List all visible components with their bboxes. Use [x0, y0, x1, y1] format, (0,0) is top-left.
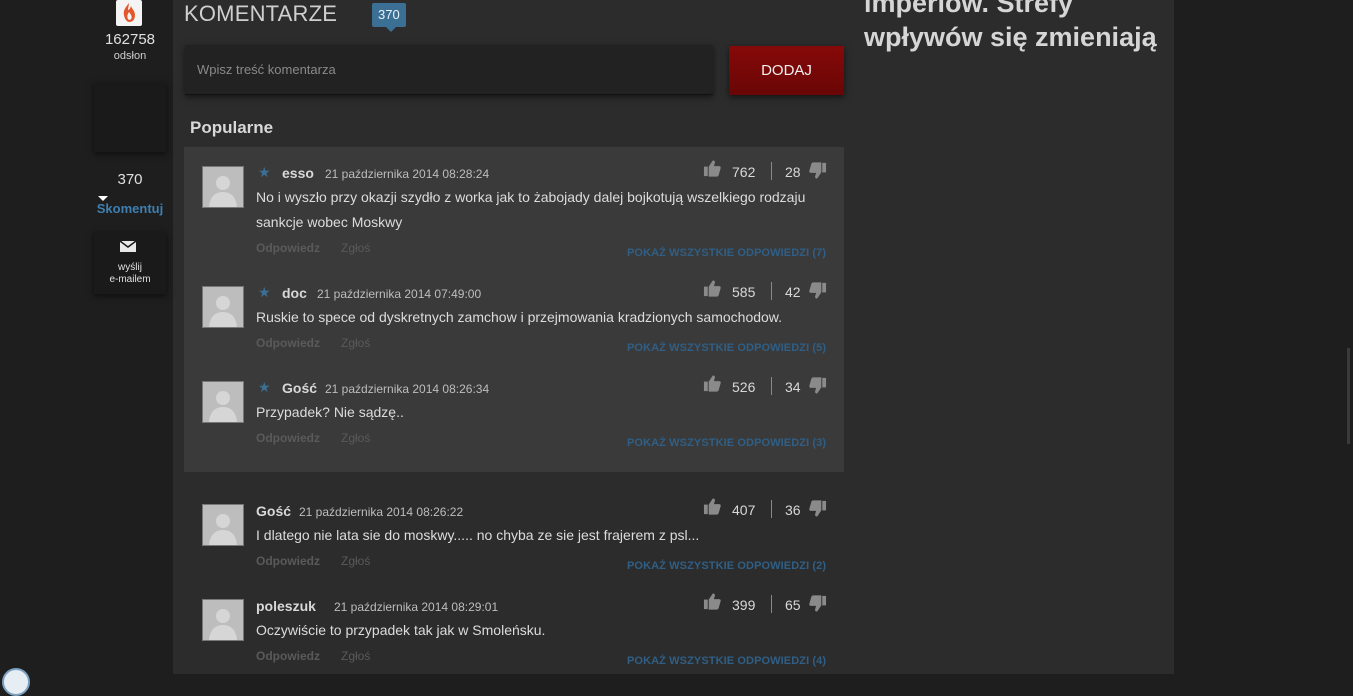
- views-box: 162758 odsłon: [94, 0, 166, 70]
- thumb-down-icon[interactable]: [808, 281, 827, 300]
- comment-author[interactable]: Gość: [282, 380, 317, 396]
- thumb-down-icon[interactable]: [808, 499, 827, 518]
- show-all-replies-link[interactable]: POKAŻ WSZYSTKIE ODPOWIEDZI (7): [627, 247, 826, 259]
- likes-count: 526: [732, 379, 756, 395]
- likes-count: 399: [732, 597, 756, 613]
- thumb-down-icon[interactable]: [808, 594, 827, 613]
- social-share-box[interactable]: [94, 82, 166, 152]
- reply-link[interactable]: Odpowiedz: [256, 649, 320, 663]
- thumb-down-icon[interactable]: [808, 161, 827, 180]
- comments-title: KOMENTARZE: [184, 1, 338, 26]
- thumb-up-icon[interactable]: [703, 374, 722, 393]
- related-article-title[interactable]: imperiów. Strefy wpływów się zmieniają: [864, 0, 1164, 54]
- reply-link[interactable]: Odpowiedz: [256, 241, 320, 255]
- views-count: 162758: [104, 31, 156, 48]
- dislikes-count: 42: [785, 284, 801, 300]
- comment-input[interactable]: [185, 45, 713, 95]
- comment-text: No i wyszło przy okazji szydło z worka j…: [256, 189, 806, 230]
- likes-count: 585: [732, 284, 756, 300]
- comment-item: Gość 21 października 2014 08:26:22 407 36 I …: [0, 498, 1353, 594]
- thumb-up-icon[interactable]: [703, 592, 722, 611]
- vote-separator: [771, 162, 772, 180]
- email-label: wyślij e-mailem: [94, 262, 166, 286]
- report-link[interactable]: Zgłoś: [341, 649, 370, 663]
- star-icon: ★: [258, 284, 271, 300]
- comment-text: Oczywiście to przypadek tak jak w Smoleń…: [256, 622, 546, 638]
- thumb-down-icon[interactable]: [808, 376, 827, 395]
- avatar: [202, 381, 244, 423]
- star-icon: ★: [258, 164, 271, 180]
- reply-link[interactable]: Odpowiedz: [256, 336, 320, 350]
- vote-separator: [771, 377, 772, 395]
- reply-link[interactable]: Odpowiedz: [256, 554, 320, 568]
- fire-icon: [116, 0, 142, 26]
- comment-date: 21 października 2014 08:28:24: [325, 167, 490, 181]
- comment-text: Ruskie to spece od dyskretnych zamchow i…: [256, 309, 783, 325]
- comment-text: I dlatego nie lata sie do moskwy..... no…: [256, 527, 700, 543]
- show-all-replies-link[interactable]: POKAŻ WSZYSTKIE ODPOWIEDZI (5): [627, 342, 826, 354]
- comment-item: ★ Gość 21 października 2014 08:26:34 526 34 P…: [0, 375, 1353, 471]
- comment-item: ★ esso 21 października 2014 08:28:24 762 28 N…: [0, 160, 1353, 259]
- comment-author[interactable]: Gość: [256, 503, 291, 519]
- dislikes-count: 36: [785, 502, 801, 518]
- report-link[interactable]: Zgłoś: [341, 241, 370, 255]
- dislikes-count: 65: [785, 597, 801, 613]
- views-label: odsłon: [113, 50, 147, 62]
- thumb-up-icon[interactable]: [703, 159, 722, 178]
- dislikes-count: 28: [785, 164, 801, 180]
- popular-heading: Popularne: [190, 118, 274, 137]
- vote-separator: [771, 282, 772, 300]
- reply-link[interactable]: Odpowiedz: [256, 431, 320, 445]
- comment-author[interactable]: poleszuk: [256, 598, 316, 614]
- vote-separator: [771, 595, 772, 613]
- comment-item: poleszuk 21 października 2014 08:29:01 399…: [0, 593, 1353, 689]
- likes-count: 762: [732, 164, 756, 180]
- vote-separator: [771, 500, 772, 518]
- comment-item: ★ doc 21 października 2014 07:49:00 585 42 Ru…: [0, 280, 1353, 376]
- comment-date: 21 października 2014 08:29:01: [334, 600, 499, 614]
- email-label-line2: e-mailem: [109, 274, 151, 285]
- comment-author[interactable]: esso: [282, 165, 314, 181]
- comments-count-badge: 370: [372, 3, 406, 32]
- comment-date: 21 października 2014 08:26:22: [299, 505, 464, 519]
- scroll-top-button[interactable]: [2, 668, 30, 696]
- comment-date: 21 października 2014 08:26:34: [325, 382, 490, 396]
- show-all-replies-link[interactable]: POKAŻ WSZYSTKIE ODPOWIEDZI (4): [627, 655, 826, 667]
- avatar: [202, 504, 244, 546]
- avatar: [202, 166, 244, 208]
- report-link[interactable]: Zgłoś: [341, 336, 370, 350]
- email-label-line1: wyślij: [118, 262, 142, 273]
- thumb-up-icon[interactable]: [703, 497, 722, 516]
- thumb-up-icon[interactable]: [703, 279, 722, 298]
- show-all-replies-link[interactable]: POKAŻ WSZYSTKIE ODPOWIEDZI (2): [627, 560, 826, 572]
- likes-count: 407: [732, 502, 756, 518]
- comment-author[interactable]: doc: [282, 285, 307, 301]
- star-icon: ★: [258, 379, 271, 395]
- comment-date: 21 października 2014 07:49:00: [317, 287, 482, 301]
- dislikes-count: 34: [785, 379, 801, 395]
- avatar: [202, 599, 244, 641]
- avatar: [202, 286, 244, 328]
- comment-text: Przypadek? Nie sądzę..: [256, 404, 404, 420]
- show-all-replies-link[interactable]: POKAŻ WSZYSTKIE ODPOWIEDZI (3): [627, 437, 826, 449]
- add-comment-button[interactable]: DODAJ: [729, 46, 844, 95]
- report-link[interactable]: Zgłoś: [341, 554, 370, 568]
- report-link[interactable]: Zgłoś: [341, 431, 370, 445]
